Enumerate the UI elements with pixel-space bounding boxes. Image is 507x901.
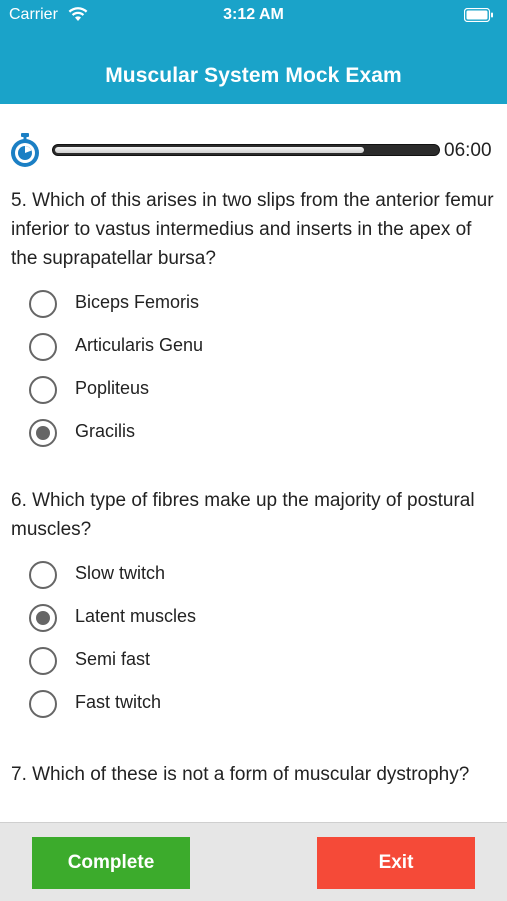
option-list: Biceps Femoris Articularis Genu Popliteu… — [11, 287, 496, 459]
option-label: Slow twitch — [75, 563, 166, 583]
option-label: Popliteus — [75, 378, 150, 398]
radio-button[interactable] — [29, 561, 57, 589]
option-label: Fast twitch — [75, 692, 162, 712]
question-block: 6. Which type of fibres make up the majo… — [11, 486, 496, 730]
page-title: Muscular System Mock Exam — [105, 64, 402, 87]
timer-row: 06:00 — [0, 130, 507, 170]
option-label: Biceps Femoris — [75, 292, 200, 312]
option-biceps-femoris[interactable]: Biceps Femoris — [11, 287, 496, 330]
option-gracilis[interactable]: Gracilis — [11, 416, 496, 459]
option-label: Gracilis — [75, 421, 136, 441]
option-label: Articularis Genu — [75, 335, 204, 355]
header-bar: Carrier 3:12 AM Muscular System Mock Exa… — [0, 0, 507, 104]
status-bar: Carrier 3:12 AM — [0, 0, 507, 30]
timer-remaining: 06:00 — [444, 140, 492, 161]
radio-button[interactable] — [29, 419, 57, 447]
radio-button[interactable] — [29, 690, 57, 718]
battery-icon — [464, 8, 493, 22]
question-block: 5. Which of this arises in two slips fro… — [11, 186, 496, 459]
question-text: 7. Which of these is not a form of muscu… — [11, 764, 470, 785]
questions-list: 5. Which of this arises in two slips fro… — [0, 182, 507, 822]
option-slow-twitch[interactable]: Slow twitch — [11, 558, 496, 601]
question-block: 7. Which of these is not a form of muscu… — [11, 760, 496, 789]
option-label: Semi fast — [75, 649, 151, 669]
option-list: Slow twitch Latent muscles Semi fast Fas… — [11, 558, 496, 730]
time-progress-bar — [52, 144, 440, 156]
option-articularis-genu[interactable]: Articularis Genu — [11, 330, 496, 373]
stopwatch-icon — [11, 133, 39, 167]
status-time: 3:12 AM — [223, 6, 284, 23]
option-semi-fast[interactable]: Semi fast — [11, 644, 496, 687]
option-fast-twitch[interactable]: Fast twitch — [11, 687, 496, 730]
radio-button[interactable] — [29, 290, 57, 318]
time-progress-fill — [55, 147, 364, 153]
option-label: Latent muscles — [75, 606, 197, 626]
radio-button[interactable] — [29, 647, 57, 675]
question-text: 5. Which of this arises in two slips fro… — [11, 190, 494, 269]
bottom-action-bar: Complete Exit — [0, 822, 507, 901]
radio-button[interactable] — [29, 376, 57, 404]
radio-button[interactable] — [29, 604, 57, 632]
exit-button[interactable]: Exit — [317, 837, 475, 889]
option-latent-muscles[interactable]: Latent muscles — [11, 601, 496, 644]
radio-button[interactable] — [29, 333, 57, 361]
question-text: 6. Which type of fibres make up the majo… — [11, 490, 475, 540]
option-popliteus[interactable]: Popliteus — [11, 373, 496, 416]
complete-button[interactable]: Complete — [32, 837, 190, 889]
